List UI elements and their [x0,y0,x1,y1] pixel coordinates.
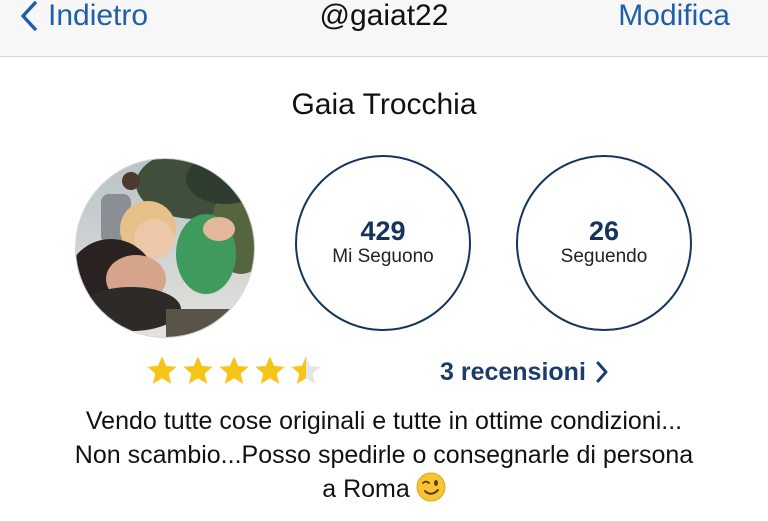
rating-stars [146,355,322,387]
edit-button[interactable]: Modifica [618,0,730,38]
following-stat[interactable]: 26 Seguendo [516,155,692,331]
chevron-right-icon [596,361,608,383]
followers-stat[interactable]: 429 Mi Seguono [295,155,471,331]
reviews-label: 3 recensioni [440,357,586,386]
star-icon [255,356,285,384]
bio-line-2: Non scambio...Posso spedirle o consegnar… [74,441,694,469]
following-label: Seguendo [560,246,648,267]
bio-line-3: a Roma [20,472,748,506]
followers-count: 429 [360,216,406,246]
profile-photo [76,159,254,337]
profile-bio: Vendo tutte cose originali e tutte in ot… [20,404,748,506]
reviews-link[interactable]: 3 recensioni [440,355,608,389]
star-icon [291,356,321,384]
followers-label: Mi Seguono [332,246,434,267]
navigation-bar: Indietro @gaiat22 Modifica [0,0,768,57]
following-count: 26 [588,216,620,246]
winking-face-icon [416,472,446,502]
bio-line-3-text: a Roma [322,475,410,503]
star-icon [219,356,249,384]
profile-name: Gaia Trocchia [291,88,477,121]
star-icon [147,356,177,384]
avatar[interactable] [75,158,255,338]
star-icon [183,356,213,384]
profile-screen: Indietro @gaiat22 Modifica Gaia Trocchia [0,0,768,521]
bio-line-1: Vendo tutte cose originali e tutte in ot… [85,407,683,435]
